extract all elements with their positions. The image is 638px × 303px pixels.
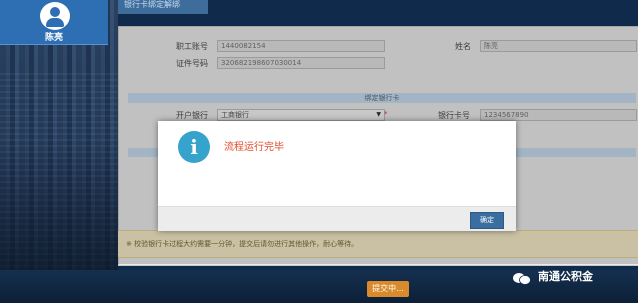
dialog-footer: 确定 <box>158 206 516 231</box>
info-icon: i <box>178 131 210 163</box>
message-dialog: i 流程运行完毕 确定 <box>158 121 516 231</box>
user-panel: 陈亮 <box>0 0 108 45</box>
watermark-text: 南通公积金 <box>538 270 593 283</box>
avatar-icon <box>40 2 70 30</box>
wechat-icon <box>513 273 531 285</box>
ok-button[interactable]: 确定 <box>470 212 504 229</box>
background-cityscape <box>0 0 118 303</box>
tab-bank-card-binding[interactable]: 银行卡绑定解绑 <box>118 0 208 14</box>
user-name: 陈亮 <box>44 33 63 43</box>
dialog-message: 流程运行完毕 <box>224 142 284 153</box>
submit-button[interactable]: 提交中... <box>367 281 409 297</box>
